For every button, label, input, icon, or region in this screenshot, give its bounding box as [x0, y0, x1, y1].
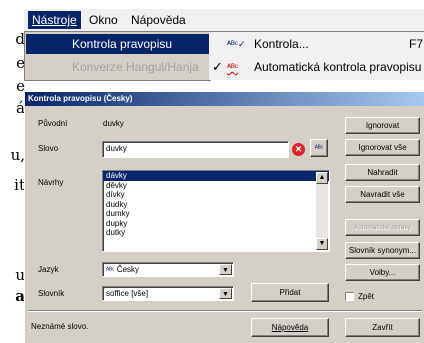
autocorrect-button[interactable]: Automatické opravy	[345, 219, 420, 236]
list-item[interactable]: dupky	[103, 219, 329, 229]
word-input-value: duvky	[106, 144, 127, 153]
list-item[interactable]: děvky	[103, 181, 329, 191]
list-item[interactable]: dumky	[103, 209, 329, 219]
list-item[interactable]: dudky	[103, 200, 329, 210]
menu-tools[interactable]: Nástroje	[28, 11, 81, 29]
menu-item-label: Kontrola...	[254, 37, 309, 51]
thesaurus-button[interactable]: Slovník synonym...	[345, 242, 420, 259]
help-button[interactable]: Nápověda	[251, 318, 329, 337]
menu-tools-label: Nástroje	[32, 13, 77, 27]
close-button[interactable]: Zavřít	[345, 318, 420, 337]
menu-bar: Nástroje Okno Nápověda	[24, 9, 424, 31]
word-label: Slovo	[38, 144, 59, 153]
auto-spellcheck-icon: ᴬᴮᶜ	[227, 62, 238, 72]
chevron-down-icon[interactable]: ▼	[219, 264, 232, 275]
language-label: Jazyk	[38, 265, 59, 274]
help-button-label: Nápověda	[271, 323, 309, 332]
error-icon: ✕	[292, 143, 305, 156]
ignore-all-button[interactable]: Ignorovat vše	[345, 139, 420, 156]
replace-button[interactable]: Nahradit	[345, 164, 420, 181]
dictionary-value: soffice [vše]	[106, 289, 149, 298]
add-button[interactable]: Přidat	[251, 283, 329, 302]
dictionary-select[interactable]: soffice [vše] ▼	[102, 286, 234, 301]
dialog-title[interactable]: Kontrola pravopisu (Česky)	[25, 92, 424, 106]
abc-check-icon: ᴬᴮᶜ	[314, 144, 324, 152]
spellcheck-icon: ᴬᴮᶜ✓	[227, 39, 246, 49]
spellcheck-submenu: ᴬᴮᶜ✓ Kontrola... F7 ✓ ᴬᴮᶜ Automatická ko…	[209, 31, 424, 80]
menu-item-auto-check[interactable]: ✓ ᴬᴮᶜ Automatická kontrola pravopisu	[209, 56, 424, 78]
suggestions-label: Návrhy	[38, 178, 64, 187]
language-icon: ᴬᴮᶜ	[106, 267, 115, 274]
suggestions-scrollbar[interactable]: ▲ ▼	[316, 172, 328, 250]
menu-window[interactable]: Okno	[85, 11, 122, 29]
list-item[interactable]: dutky	[103, 228, 329, 238]
spellcheck-dialog: Kontrola pravopisu (Česky) Původní duvky…	[24, 92, 424, 343]
language-value: Česky	[116, 265, 140, 274]
autocorrect-icon-button[interactable]: ᴬᴮᶜ	[310, 139, 328, 157]
menu-help[interactable]: Nápověda	[127, 11, 190, 29]
tools-menu: Kontrola pravopisu Konverze Hangul/Hanja	[24, 31, 211, 81]
suggestions-list[interactable]: dávky děvky dívky dudky dumky dupky dutk…	[102, 170, 330, 252]
checkmark-icon: ✓	[212, 59, 223, 74]
original-value: duvky	[103, 119, 124, 128]
list-item[interactable]: dívky	[103, 190, 329, 200]
scroll-down-icon[interactable]: ▼	[316, 238, 328, 250]
chevron-down-icon[interactable]: ▼	[219, 288, 232, 299]
replace-all-button[interactable]: Navradit vše	[345, 186, 420, 203]
word-input[interactable]: duvky	[102, 141, 289, 158]
dictionary-label: Slovník	[38, 289, 65, 298]
menu-item-spellcheck[interactable]: Kontrola pravopisu	[26, 34, 209, 54]
menu-item-label: Automatická kontrola pravopisu	[254, 60, 422, 74]
back-checkbox[interactable]	[345, 292, 354, 301]
menu-window-label: Okno	[89, 13, 118, 27]
scroll-up-icon[interactable]: ▲	[316, 172, 328, 184]
menu-item-label: Kontrola pravopisu	[72, 37, 173, 51]
menu-item-hangul-hanja[interactable]: Konverze Hangul/Hanja	[26, 57, 209, 77]
status-text: Neznámé slovo.	[31, 322, 89, 331]
ignore-button[interactable]: Ignorovat	[345, 117, 420, 134]
back-label: Zpět	[358, 292, 375, 301]
options-button[interactable]: Volby...	[345, 264, 420, 281]
menu-help-label: Nápověda	[131, 13, 186, 27]
menu-item-label: Konverze Hangul/Hanja	[72, 60, 199, 74]
menu-item-check[interactable]: ᴬᴮᶜ✓ Kontrola... F7	[209, 33, 424, 55]
document-line: u,	[10, 146, 25, 164]
shortcut-label: F7	[409, 37, 424, 51]
language-select[interactable]: ᴬᴮᶜ Česky ▼	[102, 262, 234, 277]
original-label: Původní	[38, 119, 68, 128]
divider	[28, 310, 422, 312]
list-item[interactable]: dávky	[103, 171, 329, 181]
